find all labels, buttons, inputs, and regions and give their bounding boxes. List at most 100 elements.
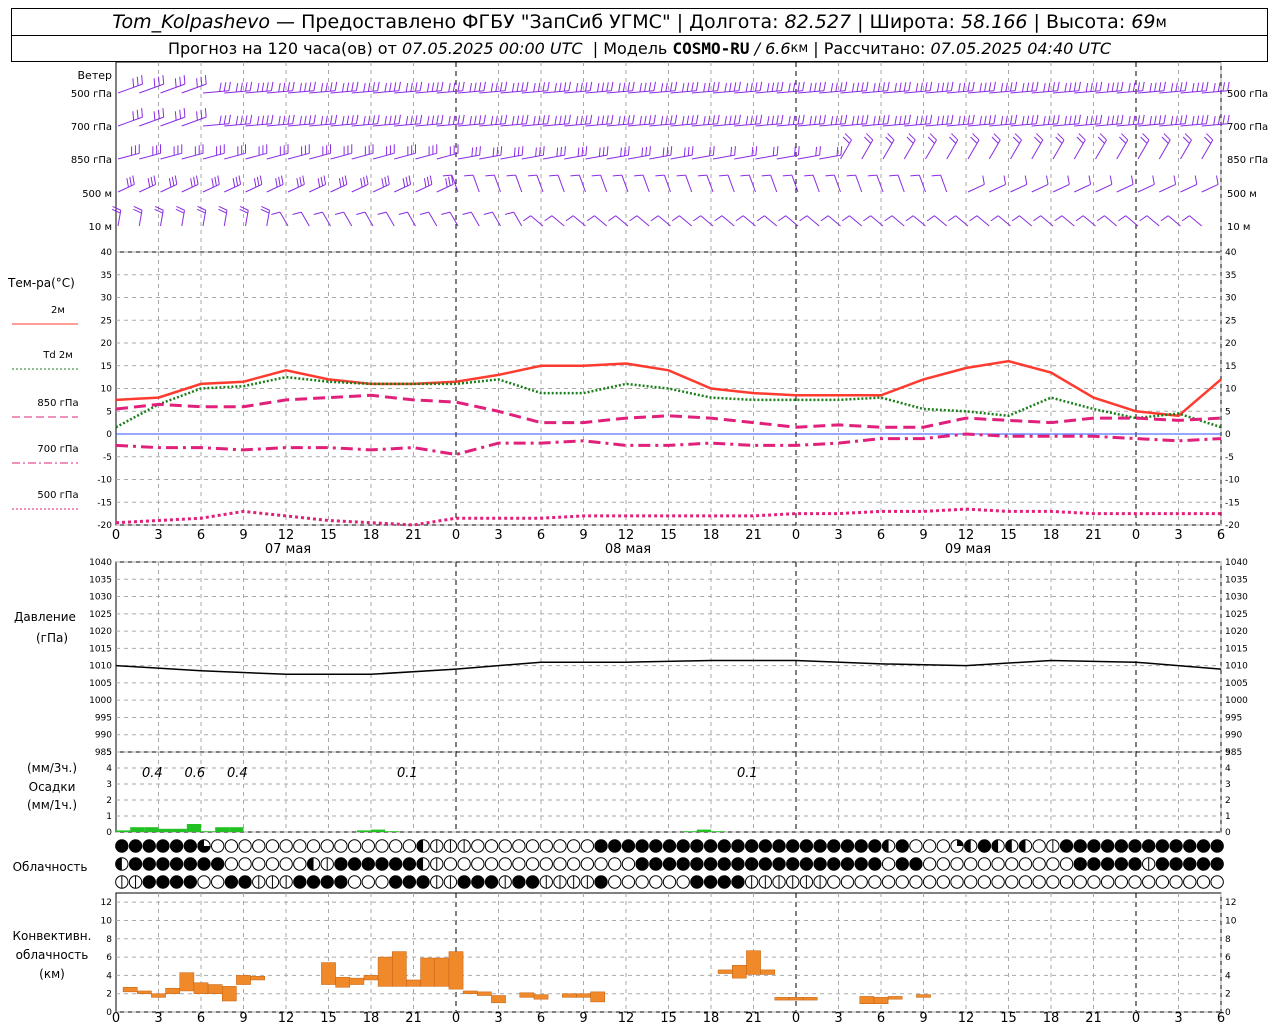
cloud-symbol [115,839,129,853]
cloud-symbol [758,857,773,871]
ytick-left: -10 [97,476,112,486]
cloud-symbol [183,857,198,871]
cloud-symbol [868,857,882,871]
wind-barb-flag [972,81,975,91]
wind-barb-flag [799,215,808,222]
wind-barb-flag [882,115,886,125]
wind-barb-flag [750,82,753,92]
wind-barb-flag [949,136,957,144]
cloud-symbol [347,875,362,889]
wind-barb-flag [504,114,508,124]
wind-barb-flag [419,211,429,215]
wind-barb-flag [535,147,537,157]
wind-barb-flag [695,81,699,91]
wind-barb-flag [270,114,274,124]
wind-barb-flag [1106,116,1110,126]
cloud-symbol [813,857,827,871]
wind-barb-flag [873,83,876,93]
wind-barb-flag [1222,115,1226,125]
wind-barb-flag [991,136,999,144]
wind-barb-flag [1154,115,1157,125]
cloud-symbol [498,839,512,853]
wind-barb-flag [674,114,678,124]
wind-barb-flag [622,115,626,125]
wind-barb-flag [1142,114,1145,124]
xtick-temp: 15 [1000,528,1017,543]
wind-barb-flag [356,211,366,215]
wind-barb-flag [1217,115,1221,125]
wind-barb-flag [681,83,685,93]
ytick-left: 5 [106,748,112,758]
cloud-symbol [402,857,417,871]
ytick-right: 8 [1225,935,1231,945]
wind-barb-flag [835,115,838,125]
cloud-symbol [512,875,526,889]
wind-barb-flag [979,83,982,93]
wind-barb-flag [750,115,753,125]
wind-barb-flag [440,114,444,124]
wind-barb-flag [873,116,876,126]
cloud-symbol [320,839,334,853]
wind-barb-flag [665,82,668,92]
cloud-symbol [1141,839,1156,853]
wind-barb-staff [734,154,757,160]
cloud-symbol [156,875,170,889]
temp-legend-label: 2м [51,305,65,316]
wind-barb-staff [266,152,289,160]
cloud-symbol [1128,839,1142,853]
cloud-symbol [977,875,992,889]
wind-barb-flag [367,115,371,125]
xtick-conv: 3 [154,1011,162,1024]
wind-barb-flag [275,178,278,188]
wind-barb-flag [483,81,486,91]
wind-barb-flag [575,83,579,93]
wind-barb-flag [612,174,622,177]
cloud-symbol [580,857,595,871]
wind-barb-flag [601,115,605,125]
wind-barb-flag [1184,81,1188,91]
wind-barb-flag [1090,82,1093,92]
xtick-temp: 21 [405,528,422,543]
wind-barb-flag [903,115,907,125]
xtick-temp: 3 [1174,528,1182,543]
wind-barb-staff [407,211,416,227]
wind-barb-flag [707,115,711,125]
wind-barb-flag [670,146,673,156]
wind-barb-flag [967,82,971,92]
cloud-symbol [799,839,814,853]
wind-barb-flag [1069,115,1072,125]
wind-barb-flag [271,211,281,215]
wind-barb-flag [232,178,236,188]
cloud-symbol [662,857,677,871]
wind-barb-staff [903,139,916,160]
wind-barb-flag [1076,136,1084,144]
ytick-right: -5 [1225,453,1234,463]
precip-unit-3h: (мм/3ч.) [27,761,77,775]
cloud-symbol [1169,839,1183,853]
precip-annotation: 0.1 [737,766,758,781]
cloud-symbol [1032,875,1046,889]
wind-barb-flag [533,116,536,126]
wind-barb-flag [674,81,678,91]
wind-barb-flag [581,146,584,156]
cloud-symbol [1128,875,1142,889]
wind-barb-flag [1191,83,1195,93]
convective-bar [321,962,336,985]
cloud-symbol [156,857,170,871]
wind-barb-flag [132,78,135,88]
convective-bar [788,997,804,1001]
cloud-symbol [991,857,1005,871]
cloud-symbol [922,875,937,889]
wind-barb-flag [1184,114,1188,124]
wind-barb-flag [402,178,406,188]
wind-level-left: 850 гПа [71,155,112,166]
cloud-symbol [608,839,622,853]
convective-bar [250,976,265,981]
wind-barb-flag [474,115,477,125]
wind-barb-flag [717,114,720,124]
cloud-symbol [731,875,745,889]
cloud-symbol [279,839,293,853]
cloud-symbol [854,875,868,889]
wind-barb-flag [559,82,562,92]
wind-barb-flag [586,215,595,222]
